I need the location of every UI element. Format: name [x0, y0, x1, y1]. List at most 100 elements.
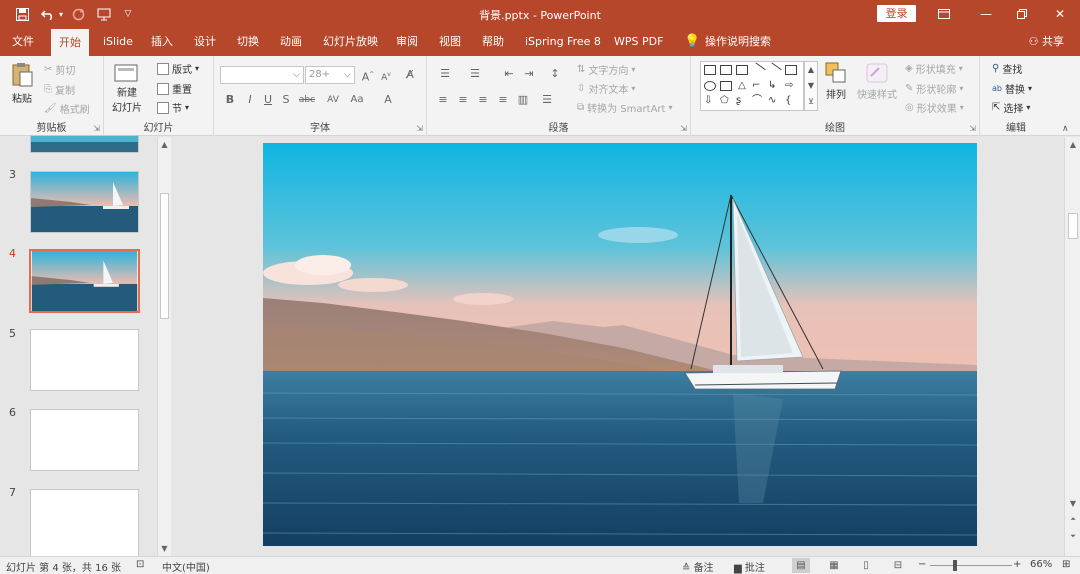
increase-font-icon[interactable]: A^ — [360, 67, 376, 84]
decrease-font-icon[interactable]: Av — [378, 67, 394, 83]
tab-file[interactable]: 文件 — [12, 28, 34, 56]
shapes-gallery[interactable]: △ ⌐ ↳ ⇨ ⇩ ⬠ ʂ ⌒ ∿ { — [700, 61, 804, 111]
decrease-indent-icon[interactable]: ⇤ — [501, 66, 517, 82]
textbox-shape-icon[interactable] — [736, 65, 748, 75]
tab-home[interactable]: 开始 — [51, 29, 89, 56]
zoom-out-icon[interactable]: − — [918, 559, 926, 570]
bold-button[interactable]: B — [222, 92, 238, 108]
arrow-line-shape-icon[interactable] — [766, 62, 782, 78]
line-spacing-icon[interactable]: ↕ — [547, 66, 563, 82]
right-arrow-shape-icon[interactable]: ⇨ — [785, 81, 797, 91]
replace-button[interactable]: ab 替换 ▾ — [992, 81, 1032, 96]
tab-review[interactable]: 审阅 — [396, 28, 418, 56]
clear-format-icon[interactable]: A̸ — [402, 67, 418, 83]
zoom-slider-thumb[interactable] — [953, 560, 957, 571]
tell-me-search[interactable]: 操作说明搜索 — [705, 28, 771, 56]
notes-button[interactable]: ≙ 备注 — [682, 559, 714, 574]
reset-button[interactable]: 重置 — [157, 81, 192, 96]
textbox-shape-icon[interactable] — [704, 65, 716, 75]
select-button[interactable]: ⇱ 选择 ▾ — [992, 100, 1030, 115]
line-shape-icon[interactable] — [750, 62, 766, 78]
font-color-button[interactable]: A — [380, 92, 396, 108]
format-painter-button[interactable]: 🖌 格式刷 — [44, 101, 90, 116]
align-right-icon[interactable]: ≡ — [475, 92, 491, 108]
quick-styles-button[interactable]: 快速样式 — [857, 62, 897, 101]
triangle-shape-icon[interactable]: △ — [736, 81, 748, 91]
elbow-arrow-icon[interactable]: ↳ — [768, 81, 780, 91]
collapse-ribbon-icon[interactable]: ∧ — [1062, 124, 1069, 134]
elbow-connector-icon[interactable]: ⌐ — [752, 81, 764, 91]
tab-transitions[interactable]: 切换 — [237, 28, 259, 56]
slide-thumbnail-active[interactable] — [29, 249, 140, 313]
close-icon[interactable]: ✕ — [1046, 4, 1074, 24]
previous-slide-icon[interactable]: ⏶ — [1065, 515, 1080, 524]
strikethrough-button[interactable]: abc — [296, 92, 318, 108]
cut-button[interactable]: ✂ 剪切 — [44, 62, 75, 77]
numbering-icon[interactable]: ☰ — [467, 66, 483, 82]
tab-help[interactable]: 帮助 — [482, 28, 504, 56]
find-button[interactable]: ⚲ 查找 — [992, 61, 1022, 76]
scroll-up-icon[interactable]: ▲ — [158, 140, 171, 149]
slide-thumbnail[interactable] — [30, 409, 139, 471]
ribbon-display-icon[interactable] — [930, 4, 958, 24]
zoom-in-icon[interactable]: + — [1013, 559, 1021, 570]
tab-view[interactable]: 视图 — [439, 28, 461, 56]
brace-shape-icon[interactable]: { — [785, 96, 797, 106]
reading-view-icon[interactable]: ▯ — [857, 558, 875, 573]
slide-thumbnail[interactable] — [30, 489, 139, 556]
justify-icon[interactable]: ≡ — [495, 92, 511, 108]
tab-design[interactable]: 设计 — [194, 28, 216, 56]
increase-indent-icon[interactable]: ⇥ — [521, 66, 537, 82]
vertical-textbox-shape-icon[interactable] — [720, 65, 732, 75]
normal-view-icon[interactable]: ▤ — [792, 558, 810, 573]
oval-shape-icon[interactable] — [704, 81, 716, 91]
distributed-icon[interactable]: ☰ — [539, 92, 555, 108]
shape-outline-button[interactable]: ✎ 形状轮廓 ▾ — [905, 81, 963, 96]
comments-button[interactable]: ▆ 批注 — [734, 559, 765, 574]
tab-animations[interactable]: 动画 — [280, 28, 302, 56]
new-slide-button[interactable]: 新建 幻灯片 — [112, 62, 142, 114]
character-spacing-button[interactable]: AV — [322, 92, 344, 108]
slide-image[interactable] — [263, 143, 977, 546]
pentagon-shape-icon[interactable]: ⬠ — [720, 96, 732, 106]
down-arrow-shape-icon[interactable]: ⇩ — [704, 96, 716, 106]
underline-button[interactable]: U — [260, 92, 276, 108]
layout-button[interactable]: 版式 ▾ — [157, 61, 199, 76]
scrollbar-thumb[interactable] — [1068, 213, 1078, 239]
next-slide-icon[interactable]: ⏷ — [1065, 532, 1080, 541]
change-case-button[interactable]: Aa — [346, 92, 368, 108]
zoom-level[interactable]: 66% — [1030, 559, 1052, 570]
convert-smartart-button[interactable]: ⧉ 转换为 SmartArt ▾ — [577, 100, 672, 115]
italic-button[interactable]: I — [242, 92, 258, 108]
shape-effects-button[interactable]: ◎ 形状效果 ▾ — [905, 100, 964, 115]
minimize-icon[interactable]: — — [972, 4, 1000, 24]
dialog-launcher-icon[interactable]: ⇲ — [969, 124, 976, 133]
dialog-launcher-icon[interactable]: ⇲ — [93, 124, 100, 133]
font-name-combo[interactable]: ⌵ — [220, 66, 304, 84]
spellcheck-icon[interactable]: ⊡ — [136, 559, 144, 570]
slide-thumbnail[interactable] — [30, 329, 139, 391]
scroll-down-icon[interactable]: ▼ — [1065, 499, 1080, 508]
tab-insert[interactable]: 插入 — [151, 28, 173, 56]
fit-slide-icon[interactable]: ⊞ — [1062, 559, 1070, 570]
paste-button[interactable]: 粘贴 — [10, 62, 34, 105]
zoom-slider-track[interactable] — [930, 565, 1012, 566]
canvas-scrollbar[interactable]: ▲ ▼ ⏶ ⏷ — [1064, 137, 1080, 556]
rectangle-shape-icon[interactable] — [785, 65, 797, 75]
tab-islide[interactable]: iSlide — [103, 28, 133, 56]
copy-button[interactable]: ⎘ 复制 — [44, 82, 75, 97]
font-size-combo[interactable]: 28+ ⌵ — [305, 66, 355, 84]
slideshow-view-icon[interactable]: ⊟ — [889, 558, 907, 573]
slide-thumbnail[interactable] — [30, 135, 139, 153]
slide-sorter-icon[interactable]: ▦ — [825, 558, 843, 573]
section-button[interactable]: 节 ▾ — [157, 100, 189, 115]
shapes-scroll-buttons[interactable]: ▲ ▼ ⊻ — [804, 61, 818, 111]
columns-icon[interactable]: ▥ — [515, 92, 531, 108]
shape-fill-button[interactable]: ◈ 形状填充 ▾ — [905, 61, 963, 76]
align-text-button[interactable]: ⇳ 对齐文本 ▾ — [577, 81, 635, 96]
tab-wps-pdf[interactable]: WPS PDF — [614, 28, 663, 56]
restore-icon[interactable] — [1008, 4, 1036, 24]
align-left-icon[interactable]: ≡ — [435, 92, 451, 108]
rectangle-shape-icon[interactable] — [720, 81, 732, 91]
slide-thumbnail[interactable] — [30, 171, 139, 233]
